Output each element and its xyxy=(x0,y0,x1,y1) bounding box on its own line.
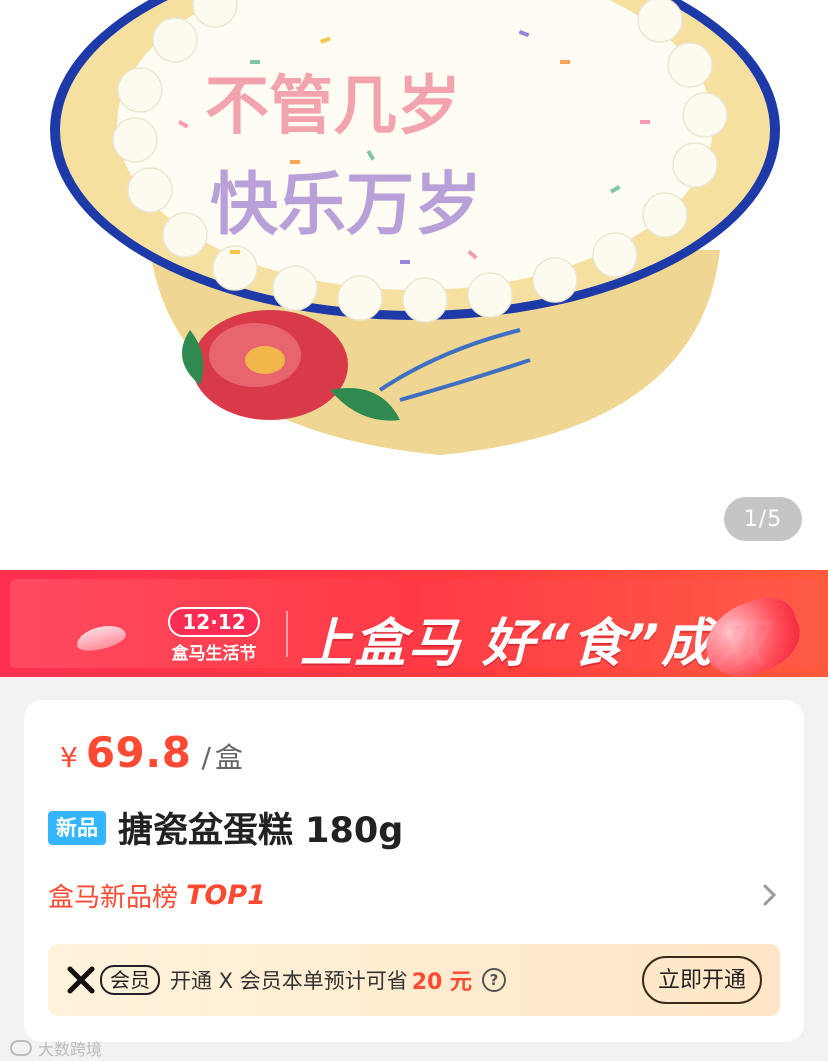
product-info-card: ¥ 69.8 / 盒 新品 搪瓷盆蛋糕 180g 盒马新品榜 TOP1 会员 开… xyxy=(24,700,804,1042)
festival-badge-number: 12·12 xyxy=(168,607,260,637)
ranking-link[interactable]: 盒马新品榜 TOP1 xyxy=(48,872,784,918)
open-membership-button[interactable]: 立即开通 xyxy=(641,956,762,1004)
image-page-counter: 1/5 xyxy=(724,497,802,541)
watermark-logo-icon xyxy=(10,1040,32,1056)
enamel-basin-cake-illustration: 不管几岁 快乐万岁 xyxy=(50,0,780,455)
chevron-right-icon xyxy=(754,880,784,910)
festival-badge-subtitle: 盒马生活节 xyxy=(171,644,257,664)
watermark-text: 大数跨境 xyxy=(38,1040,103,1059)
product-image[interactable]: 不管几岁 快乐万岁 1/5 xyxy=(0,0,828,570)
watermark: 大数跨境 xyxy=(10,1036,102,1060)
promo-banner-panel: 12·12 盒马生活节 上盒马 好“食”成双 xyxy=(10,579,818,677)
banner-divider xyxy=(286,611,288,657)
member-chip: 会员 xyxy=(100,965,160,995)
cake-lettering-line2: 快乐万岁 xyxy=(210,166,482,245)
product-title-row: 新品 搪瓷盆蛋糕 180g xyxy=(48,802,403,853)
banner-slogan: 上盒马 好“食”成双 xyxy=(300,614,770,674)
price-row: ¥ 69.8 / 盒 xyxy=(60,728,243,777)
ranking-label: 盒马新品榜 xyxy=(48,882,179,913)
cake-lettering-line1: 不管几岁 xyxy=(205,70,461,144)
currency-symbol: ¥ xyxy=(60,741,78,774)
ranking-value: TOP1 xyxy=(186,879,266,911)
question-circle-icon[interactable]: ? xyxy=(482,968,507,992)
product-title: 搪瓷盆蛋糕 180g xyxy=(118,811,404,851)
price-unit: 盒 xyxy=(214,741,243,774)
price-value: 69.8 xyxy=(85,728,192,777)
membership-promo-bar[interactable]: 会员 开通 X 会员本单预计可省 20 元 ? 立即开通 xyxy=(48,944,780,1016)
festival-badge: 12·12 盒马生活节 xyxy=(150,607,278,671)
member-save-amount: 20 元 xyxy=(411,970,473,995)
x-member-logo-icon xyxy=(66,965,96,995)
decorative-drop-left xyxy=(74,621,128,655)
member-promo-text: 开通 X 会员本单预计可省 xyxy=(170,969,408,993)
new-product-tag: 新品 xyxy=(48,810,106,845)
promo-banner[interactable]: 12·12 盒马生活节 上盒马 好“食”成双 xyxy=(0,570,828,677)
unit-separator: / xyxy=(201,741,211,774)
